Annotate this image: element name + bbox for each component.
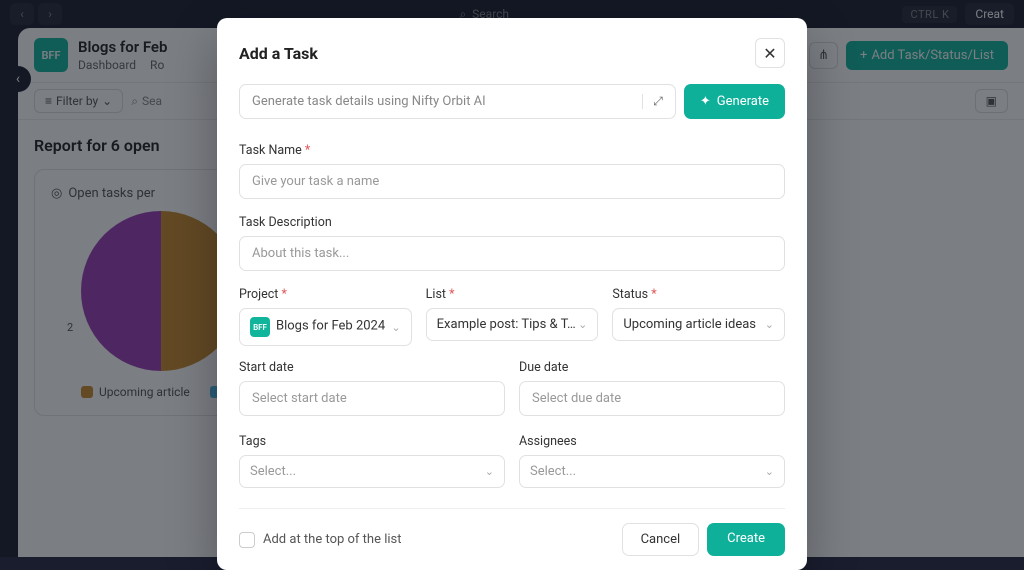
due-date-label: Due date xyxy=(519,360,785,375)
chevron-down-icon: ⌄ xyxy=(391,321,400,334)
close-button[interactable]: ✕ xyxy=(755,38,785,68)
create-button[interactable]: Create xyxy=(707,523,785,556)
close-icon: ✕ xyxy=(763,44,776,63)
chevron-down-icon: ⌄ xyxy=(765,465,774,478)
assignees-select[interactable]: Select... ⌄ xyxy=(519,455,785,488)
start-date-input[interactable]: Select start date xyxy=(239,381,505,416)
list-label: List * xyxy=(426,287,599,302)
chevron-down-icon: ⌄ xyxy=(578,318,587,331)
add-task-modal: Add a Task ✕ Generate task details using… xyxy=(217,18,807,570)
task-name-input[interactable]: Give your task a name xyxy=(239,164,785,199)
tags-label: Tags xyxy=(239,434,505,449)
project-select[interactable]: BFFBlogs for Feb 2024 ⌄ xyxy=(239,308,412,346)
add-top-checkbox-row[interactable]: Add at the top of the list xyxy=(239,532,402,548)
ai-generate-input[interactable]: Generate task details using Nifty Orbit … xyxy=(239,84,676,119)
generate-button[interactable]: ✦ Generate xyxy=(684,84,785,119)
project-label: Project * xyxy=(239,287,412,302)
start-date-label: Start date xyxy=(239,360,505,375)
status-select[interactable]: Upcoming article ideas ⌄ xyxy=(612,308,785,341)
tags-select[interactable]: Select... ⌄ xyxy=(239,455,505,488)
cancel-button[interactable]: Cancel xyxy=(622,523,700,556)
task-name-label: Task Name * xyxy=(239,143,785,158)
add-top-label: Add at the top of the list xyxy=(263,532,402,547)
assignees-label: Assignees xyxy=(519,434,785,449)
checkbox[interactable] xyxy=(239,532,255,548)
due-date-input[interactable]: Select due date xyxy=(519,381,785,416)
status-label: Status * xyxy=(612,287,785,302)
task-desc-label: Task Description xyxy=(239,215,785,230)
task-desc-input[interactable]: About this task... xyxy=(239,236,785,271)
modal-title: Add a Task xyxy=(239,44,318,63)
modal-backdrop[interactable]: Add a Task ✕ Generate task details using… xyxy=(0,0,1024,557)
list-select[interactable]: Example post: Tips & T… ⌄ xyxy=(426,308,599,341)
chevron-down-icon: ⌄ xyxy=(765,318,774,331)
chevron-down-icon: ⌄ xyxy=(485,465,494,478)
expand-icon[interactable]: ⤢ xyxy=(642,94,663,109)
sparkle-icon: ✦ xyxy=(700,94,711,109)
ai-placeholder: Generate task details using Nifty Orbit … xyxy=(252,94,486,109)
